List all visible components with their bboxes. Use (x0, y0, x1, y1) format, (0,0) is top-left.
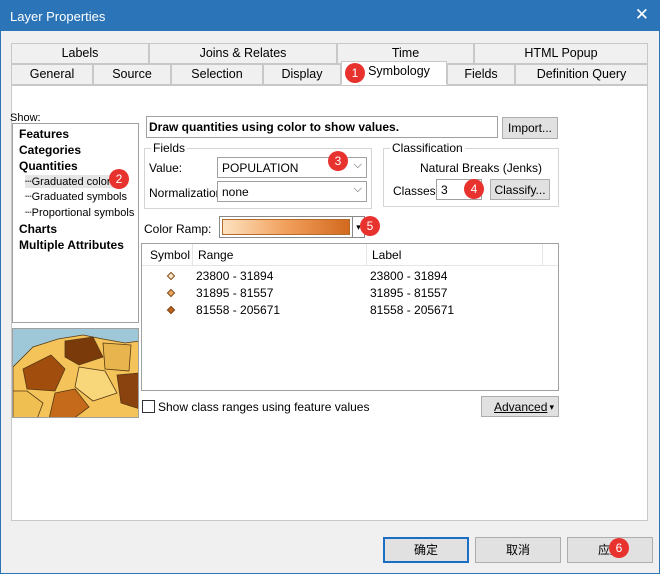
chevron-down-icon: ▾ (549, 402, 554, 412)
class-table-header: Symbol Range Label (142, 244, 558, 266)
tab-fields[interactable]: Fields (447, 64, 515, 85)
table-row[interactable]: 81558 - 205671 81558 - 205671 (142, 302, 558, 319)
tree-item-categories[interactable]: Categories (19, 143, 81, 157)
class-range: 23800 - 31894 (196, 269, 274, 283)
tab-definition-query[interactable]: Definition Query (515, 64, 648, 85)
class-range: 31895 - 81557 (196, 286, 274, 300)
column-label[interactable]: Label (372, 248, 401, 262)
class-label: 31895 - 81557 (370, 286, 448, 300)
tab-selection[interactable]: Selection (171, 64, 263, 85)
description-text: Draw quantities using color to show valu… (146, 116, 498, 138)
column-divider (366, 244, 367, 266)
tree-item-charts[interactable]: Charts (19, 222, 57, 236)
column-divider (192, 244, 193, 266)
tree-item-proportional-symbols[interactable]: ┄Proportional symbols (25, 206, 134, 219)
tree-item-features[interactable]: Features (19, 127, 69, 141)
tree-item-proportional-symbols-label: Proportional symbols (31, 207, 135, 219)
ok-button[interactable]: 确定 (383, 537, 469, 563)
class-label: 23800 - 31894 (370, 269, 448, 283)
classify-button[interactable]: Classify... (490, 179, 550, 200)
tab-display[interactable]: Display (263, 64, 341, 85)
window-title: Layer Properties (10, 9, 106, 24)
color-ramp-select[interactable] (219, 216, 353, 238)
tab-symbology-label: Symbology (368, 64, 430, 78)
advanced-label: Advanced (494, 400, 548, 414)
tab-html-popup[interactable]: HTML Popup (474, 43, 648, 64)
chevron-down-icon: ⌵ (353, 159, 362, 171)
import-button[interactable]: Import... (502, 117, 558, 139)
tree-item-graduated-symbols-label: Graduated symbols (31, 191, 128, 203)
tree-item-multiple-attributes[interactable]: Multiple Attributes (19, 238, 124, 252)
class-symbol-swatch[interactable] (166, 305, 176, 315)
step-badge: 6 (609, 538, 629, 558)
layer-properties-dialog: Layer Properties ✕ Labels Joins & Relate… (0, 0, 660, 574)
class-range: 81558 - 205671 (196, 303, 281, 317)
show-tree: Features Categories Quantities ┄Graduate… (12, 123, 139, 323)
value-field-value: POPULATION (222, 161, 299, 175)
tree-item-graduated-colors[interactable]: ┄Graduated colors (25, 175, 117, 188)
normalization-value: none (222, 185, 249, 199)
classification-caption: Classification (390, 141, 465, 155)
symbology-preview-map (12, 328, 139, 418)
close-icon[interactable]: ✕ (635, 6, 649, 24)
tab-source[interactable]: Source (93, 64, 171, 85)
color-ramp-label: Color Ramp: (144, 222, 212, 236)
color-ramp-swatch (222, 219, 350, 235)
advanced-button[interactable]: Advanced ▾ (481, 396, 559, 417)
tab-labels[interactable]: Labels (11, 43, 149, 64)
step-badge: 5 (360, 216, 380, 236)
class-symbol-swatch[interactable] (166, 271, 176, 281)
table-row[interactable]: 31895 - 81557 31895 - 81557 (142, 285, 558, 302)
cancel-button[interactable]: 取消 (475, 537, 561, 563)
normalization-label: Normalization: (149, 186, 226, 200)
column-symbol[interactable]: Symbol (150, 248, 190, 262)
tree-item-graduated-colors-label: Graduated colors (31, 176, 117, 188)
class-label: 81558 - 205671 (370, 303, 455, 317)
fields-caption: Fields (151, 141, 188, 155)
tree-item-quantities[interactable]: Quantities (19, 159, 78, 173)
title-bar: Layer Properties ✕ (1, 1, 659, 31)
chevron-down-icon: ⌵ (353, 183, 362, 195)
step-badge: 4 (464, 179, 484, 199)
step-badge: 1 (345, 63, 365, 83)
class-symbol-swatch[interactable] (166, 288, 176, 298)
tab-joins-relates[interactable]: Joins & Relates (149, 43, 337, 64)
step-badge: 2 (109, 169, 129, 189)
tree-item-graduated-symbols[interactable]: ┄Graduated symbols (25, 190, 127, 203)
column-divider (542, 244, 543, 266)
classification-method: Natural Breaks (Jenks) (420, 161, 543, 175)
step-badge: 3 (328, 151, 348, 171)
column-range[interactable]: Range (198, 248, 233, 262)
classes-value: 3 (441, 183, 448, 197)
class-table: Symbol Range Label 23800 - 31894 23800 -… (141, 243, 559, 391)
classes-label: Classes: (393, 184, 440, 198)
table-row[interactable]: 23800 - 31894 23800 - 31894 (142, 268, 558, 285)
show-class-ranges-checkbox[interactable] (142, 400, 155, 413)
normalization-select[interactable]: none ⌵ (217, 181, 367, 202)
tab-general[interactable]: General (11, 64, 93, 85)
show-class-ranges-label[interactable]: Show class ranges using feature values (158, 400, 369, 414)
value-label: Value: (149, 161, 183, 175)
preview-map-image (13, 334, 138, 417)
